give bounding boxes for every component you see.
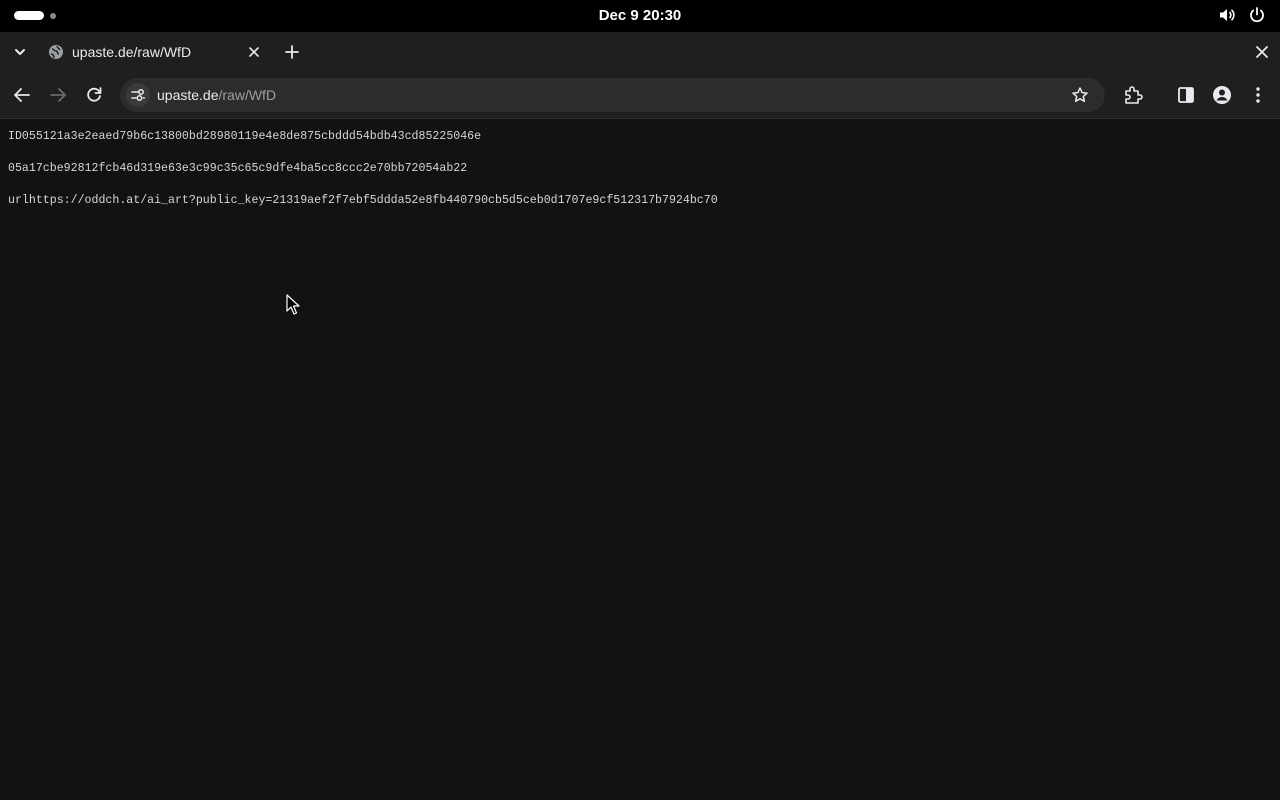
system-top-bar: Dec 9 20:30: [0, 0, 1280, 32]
browser-toolbar: upaste.de/raw/WfD: [0, 72, 1280, 119]
workspace-active-pill: [14, 11, 44, 20]
paste-line-3: urlhttps://oddch.at/ai_art?public_key=21…: [8, 194, 718, 207]
forward-arrow-icon[interactable]: [47, 84, 69, 106]
power-icon[interactable]: [1248, 6, 1266, 24]
reload-icon[interactable]: [83, 84, 105, 106]
workspace-dot: [50, 12, 56, 19]
site-info-icon: [131, 89, 146, 101]
url-path: /raw/WfD: [218, 87, 277, 103]
extensions-icon[interactable]: [1122, 84, 1144, 106]
globe-icon: [49, 45, 63, 59]
page-content: ID055121a3e2eaed79b6c13800bd28980119e4e8…: [0, 119, 1280, 800]
clock-area: Dec 9 20:30: [0, 0, 1280, 32]
window-close-icon[interactable]: [1252, 42, 1272, 62]
activities-indicator[interactable]: [14, 11, 56, 20]
new-tab-plus-icon[interactable]: [282, 42, 302, 62]
tab-active[interactable]: upaste.de/raw/WfD: [40, 36, 270, 68]
system-tray[interactable]: [1218, 6, 1266, 24]
url-text[interactable]: upaste.de/raw/WfD: [157, 78, 276, 112]
url-host: upaste.de: [157, 87, 219, 103]
menu-icon[interactable]: [1247, 84, 1269, 106]
tab-title: upaste.de/raw/WfD: [72, 44, 192, 60]
paste-line-1: ID055121a3e2eaed79b6c13800bd28980119e4e8…: [8, 130, 482, 143]
site-info-button[interactable]: [126, 83, 150, 107]
volume-icon[interactable]: [1218, 6, 1236, 24]
close-tab-icon[interactable]: [247, 45, 261, 59]
side-panel-icon[interactable]: [1175, 84, 1197, 106]
tab-search-chevron-icon[interactable]: [10, 42, 30, 62]
profile-icon[interactable]: [1211, 84, 1233, 106]
address-bar[interactable]: upaste.de/raw/WfD: [120, 78, 1105, 112]
bookmark-star-icon[interactable]: [1071, 86, 1089, 104]
back-arrow-icon[interactable]: [11, 84, 33, 106]
paste-line-2: 05a17cbe92812fcb46d319e63e3c99c35c65c9df…: [8, 162, 468, 175]
mouse-cursor-icon: [286, 294, 300, 315]
clock[interactable]: Dec 9 20:30: [599, 7, 682, 24]
tab-strip: upaste.de/raw/WfD: [0, 32, 1280, 72]
